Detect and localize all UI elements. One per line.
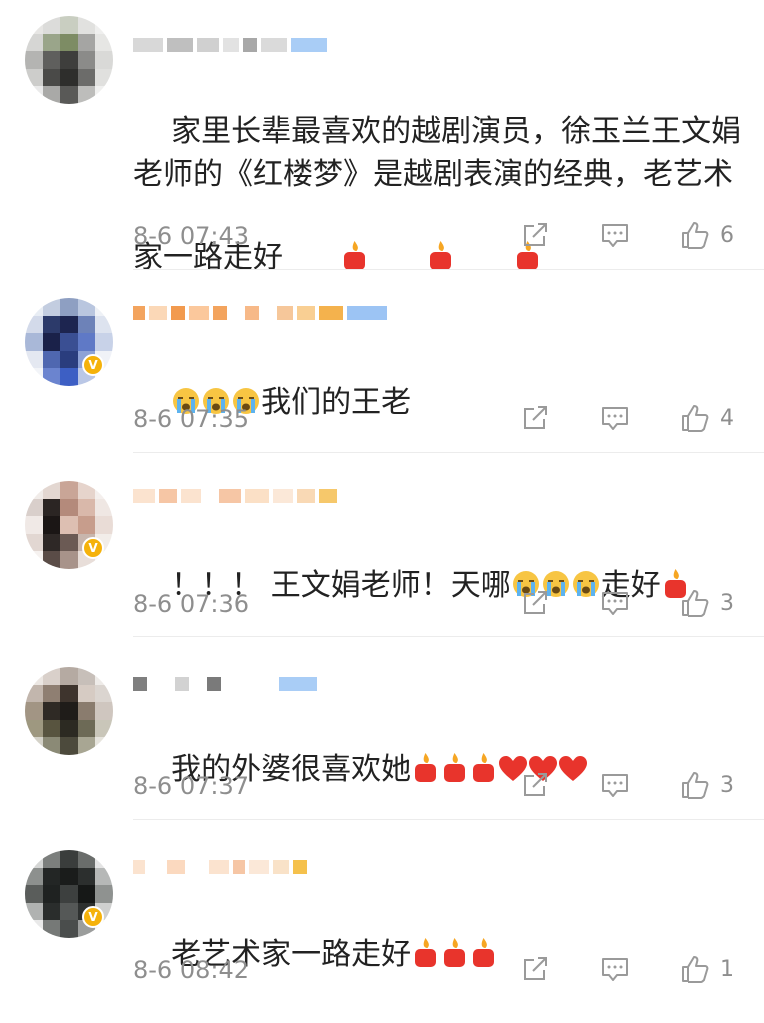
username-blurred[interactable] — [133, 485, 337, 507]
share-icon[interactable] — [520, 770, 550, 800]
comment-item: V ！！！ 王文娟老师！天哪 走好 8-6 07:36 3 — [0, 453, 764, 637]
comment-time: 8-6 07:35 — [133, 405, 249, 433]
comment-item: 我的外婆很喜欢她 8-6 07:37 3 — [0, 637, 764, 820]
comment-actions: 3 — [520, 770, 734, 800]
candle-icon — [440, 751, 469, 795]
comment-actions: 4 — [520, 403, 734, 433]
share-icon[interactable] — [520, 588, 550, 618]
comment-reply-icon[interactable] — [600, 770, 630, 800]
comment-reply-icon[interactable] — [600, 954, 630, 984]
candle-icon — [469, 751, 498, 795]
candle-icon — [411, 936, 440, 980]
like-count: 3 — [720, 590, 734, 616]
candle-icon — [440, 936, 469, 980]
comment-time: 8-6 08:42 — [133, 956, 249, 984]
like-count: 3 — [720, 772, 734, 798]
avatar[interactable] — [25, 16, 113, 104]
verified-badge-icon: V — [82, 354, 104, 376]
username-blurred[interactable] — [133, 673, 317, 695]
share-icon[interactable] — [520, 954, 550, 984]
comment-time: 8-6 07:37 — [133, 772, 249, 800]
username-blurred[interactable] — [133, 856, 307, 878]
comment-item: V 我们的王老 8-6 07:35 4 — [0, 270, 764, 453]
like-count: 6 — [720, 222, 734, 248]
comment-actions: 6 — [520, 220, 734, 250]
comment-item: 家里长辈最喜欢的越剧演员，徐玉兰王文娟老师的《红楼梦》是越剧表演的经典，老艺术家… — [0, 0, 764, 275]
candle-icon — [469, 936, 498, 980]
comment-item: V 老艺术家一路走好 8-6 08:42 1 — [0, 820, 764, 1000]
comment-reply-icon[interactable] — [600, 588, 630, 618]
like-icon[interactable] — [680, 588, 710, 618]
comment-time: 8-6 07:36 — [133, 590, 249, 618]
share-icon[interactable] — [520, 403, 550, 433]
avatar[interactable] — [25, 667, 113, 755]
comment-reply-icon[interactable] — [600, 220, 630, 250]
comment-actions: 3 — [520, 588, 734, 618]
like-icon[interactable] — [680, 220, 710, 250]
verified-badge-icon: V — [82, 537, 104, 559]
comment-reply-icon[interactable] — [600, 403, 630, 433]
verified-badge-icon: V — [82, 906, 104, 928]
like-count: 4 — [720, 405, 734, 431]
candle-icon — [411, 751, 440, 795]
share-icon[interactable] — [520, 220, 550, 250]
comment-time: 8-6 07:43 — [133, 222, 249, 250]
comment-actions: 1 — [520, 954, 734, 984]
username-blurred[interactable] — [133, 302, 387, 324]
like-icon[interactable] — [680, 954, 710, 984]
like-count: 1 — [720, 956, 734, 982]
username-blurred[interactable] — [133, 34, 327, 56]
like-icon[interactable] — [680, 403, 710, 433]
like-icon[interactable] — [680, 770, 710, 800]
